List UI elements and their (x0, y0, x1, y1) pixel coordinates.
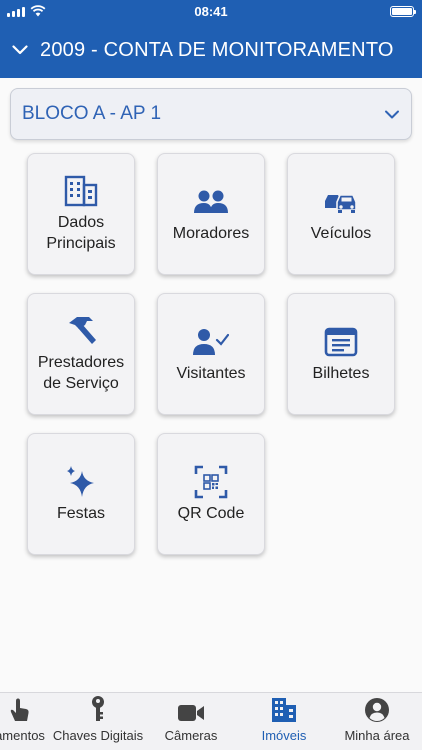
tile-moradores[interactable]: Moradores (157, 153, 265, 275)
cars-icon (323, 185, 359, 219)
tile-festas[interactable]: Festas (27, 433, 135, 555)
account-title[interactable]: 2009 - CONTA DE MONITORAMENTO (40, 39, 394, 62)
unit-select[interactable]: BLOCO A - AP 1 (10, 88, 412, 140)
chevron-down-icon (385, 110, 399, 119)
tile-label: Prestadores de Serviço (37, 354, 125, 392)
tile-veiculos[interactable]: Veículos (287, 153, 395, 275)
nav-label: Chaves Digitais (52, 728, 144, 743)
tile-prestadores-de-servico[interactable]: Prestadores de Serviço (27, 293, 135, 415)
status-time: 08:41 (194, 4, 228, 19)
person-check-icon (193, 325, 229, 359)
qr-code-icon (194, 465, 228, 499)
nav-item-cameras[interactable]: Câmeras (158, 693, 224, 750)
tile-label: Bilhetes (312, 364, 370, 382)
tile-label: Veículos (310, 224, 372, 242)
nav-item-lancamentos[interactable]: amentos (0, 693, 50, 750)
tile-bilhetes[interactable]: Bilhetes (287, 293, 395, 415)
nav-item-chaves-digitais[interactable]: Chaves Digitais (50, 693, 146, 750)
building-icon (271, 693, 297, 725)
nav-label: amentos (0, 728, 45, 743)
tile-qr-code[interactable]: QR Code (157, 433, 265, 555)
people-icon (193, 185, 229, 219)
tile-label: Visitantes (176, 364, 246, 382)
tile-dados-principais[interactable]: Dados Principais (27, 153, 135, 275)
bottom-nav: amentos Chaves Digitais Câmeras Imóveis … (0, 692, 422, 750)
tile-label: Moradores (172, 224, 250, 242)
ticket-icon (324, 325, 358, 359)
tile-label: Festas (56, 504, 105, 522)
nav-item-imoveis[interactable]: Imóveis (250, 693, 318, 750)
video-camera-icon (177, 693, 205, 725)
sparkles-icon (64, 465, 98, 499)
nav-label: Imóveis (261, 728, 307, 743)
battery-icon (390, 6, 416, 17)
nav-label: Câmeras (164, 728, 218, 743)
tile-visitantes[interactable]: Visitantes (157, 293, 265, 415)
tile-label: QR Code (177, 504, 245, 522)
nav-label: Minha área (344, 728, 410, 743)
touch-hand-icon (9, 693, 31, 725)
tile-label: Dados Principais (46, 214, 116, 252)
unit-select-value: BLOCO A - AP 1 (22, 103, 162, 124)
building-icon (64, 174, 98, 208)
status-bar: 08:41 (0, 0, 422, 22)
chevron-down-icon[interactable] (0, 22, 40, 78)
nav-item-minha-area[interactable]: Minha área (338, 693, 416, 750)
key-icon (90, 693, 106, 725)
user-circle-icon (364, 693, 390, 725)
app-header: 2009 - CONTA DE MONITORAMENTO (0, 22, 422, 78)
hammer-icon (63, 314, 99, 348)
